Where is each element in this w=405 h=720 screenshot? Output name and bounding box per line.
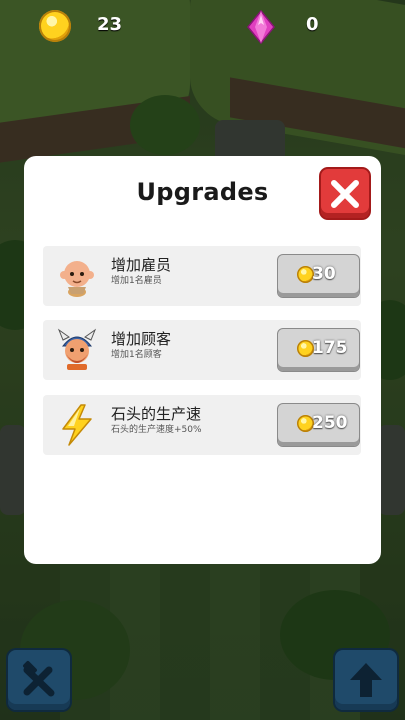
upgrade-row-add-customer: 增加顾客 增加1名顾客 175 (43, 320, 361, 380)
close-icon (331, 179, 359, 208)
build-tools-button[interactable] (8, 650, 70, 710)
close-button[interactable] (321, 169, 369, 218)
buy-upgrade-button[interactable]: 250 (278, 404, 359, 446)
arrow-up-icon (350, 663, 382, 697)
gem-icon (247, 10, 275, 44)
upgrades-dialog: Upgrades 增加雇员 增加1名雇员 30 增加顾客 增加1名顾客 175 … (24, 156, 381, 564)
viking-customer-icon (57, 328, 97, 370)
upgrade-price: 30 (312, 264, 336, 284)
hammer-wrench-icon (23, 661, 55, 697)
upgrade-description: 石头的生产速度+50% (111, 425, 202, 435)
worker-icon (60, 261, 94, 297)
upgrade-price: 250 (312, 413, 348, 433)
buy-upgrade-button[interactable]: 175 (278, 329, 359, 371)
upgrade-arrow-button[interactable] (335, 650, 397, 710)
coin-icon (39, 10, 71, 42)
buy-upgrade-button[interactable]: 30 (278, 255, 359, 297)
upgrade-description: 增加1名顾客 (111, 350, 162, 360)
upgrade-name: 增加雇员 (111, 256, 172, 274)
upgrade-row-stone-speed: 石头的生产速 石头的生产速度+50% 250 (43, 395, 361, 455)
upgrade-description: 增加1名雇员 (111, 276, 162, 286)
upgrade-name: 增加顾客 (111, 330, 172, 348)
upgrade-name: 石头的生产速 (111, 405, 202, 423)
coin-count: 23 (97, 14, 123, 35)
upgrade-row-add-worker: 增加雇员 增加1名雇员 30 (43, 246, 361, 306)
gem-count: 0 (306, 14, 319, 35)
lightning-icon (62, 404, 92, 446)
upgrade-price: 175 (312, 338, 348, 358)
